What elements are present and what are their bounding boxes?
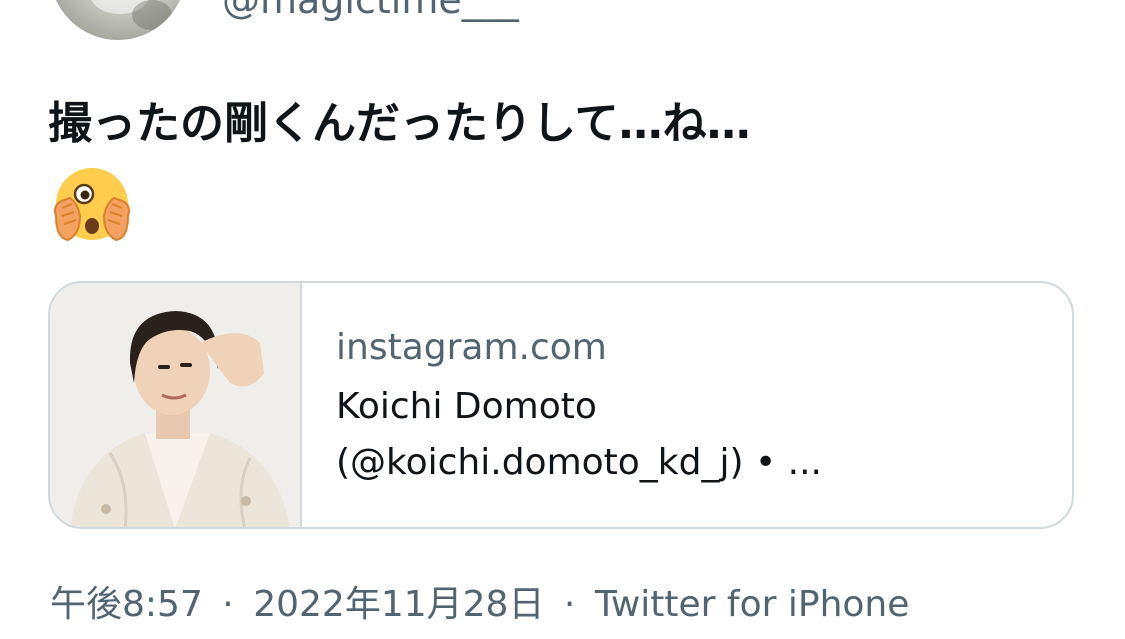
author-avatar[interactable] xyxy=(50,0,186,40)
meta-separator: · xyxy=(222,584,234,625)
link-card-title-line2: (@koichi.domoto_kd_j) • ... xyxy=(336,442,822,483)
author-handle[interactable]: @magictime___ xyxy=(222,0,519,24)
link-card-title-line1: Koichi Domoto xyxy=(336,386,597,427)
tweet-text: 撮ったの剛くんだったりして…ね… xyxy=(48,98,751,149)
tweet-source[interactable]: Twitter for iPhone xyxy=(595,584,910,625)
person-photo-icon xyxy=(50,283,300,527)
tweet-date[interactable]: 2022年11月28日 xyxy=(253,584,544,625)
link-card-domain: instagram.com xyxy=(336,327,607,368)
tweet-time[interactable]: 午後8:57 xyxy=(50,584,203,625)
face-peeking-hands-emoji-icon xyxy=(54,168,130,242)
meta-separator: · xyxy=(563,584,576,625)
link-card-thumbnail xyxy=(50,283,302,527)
tweet-meta: 午後8:57 · 2022年11月28日 · Twitter for iPhon… xyxy=(50,580,909,630)
link-preview-card[interactable]: instagram.com Koichi Domoto (@koichi.dom… xyxy=(48,281,1074,529)
